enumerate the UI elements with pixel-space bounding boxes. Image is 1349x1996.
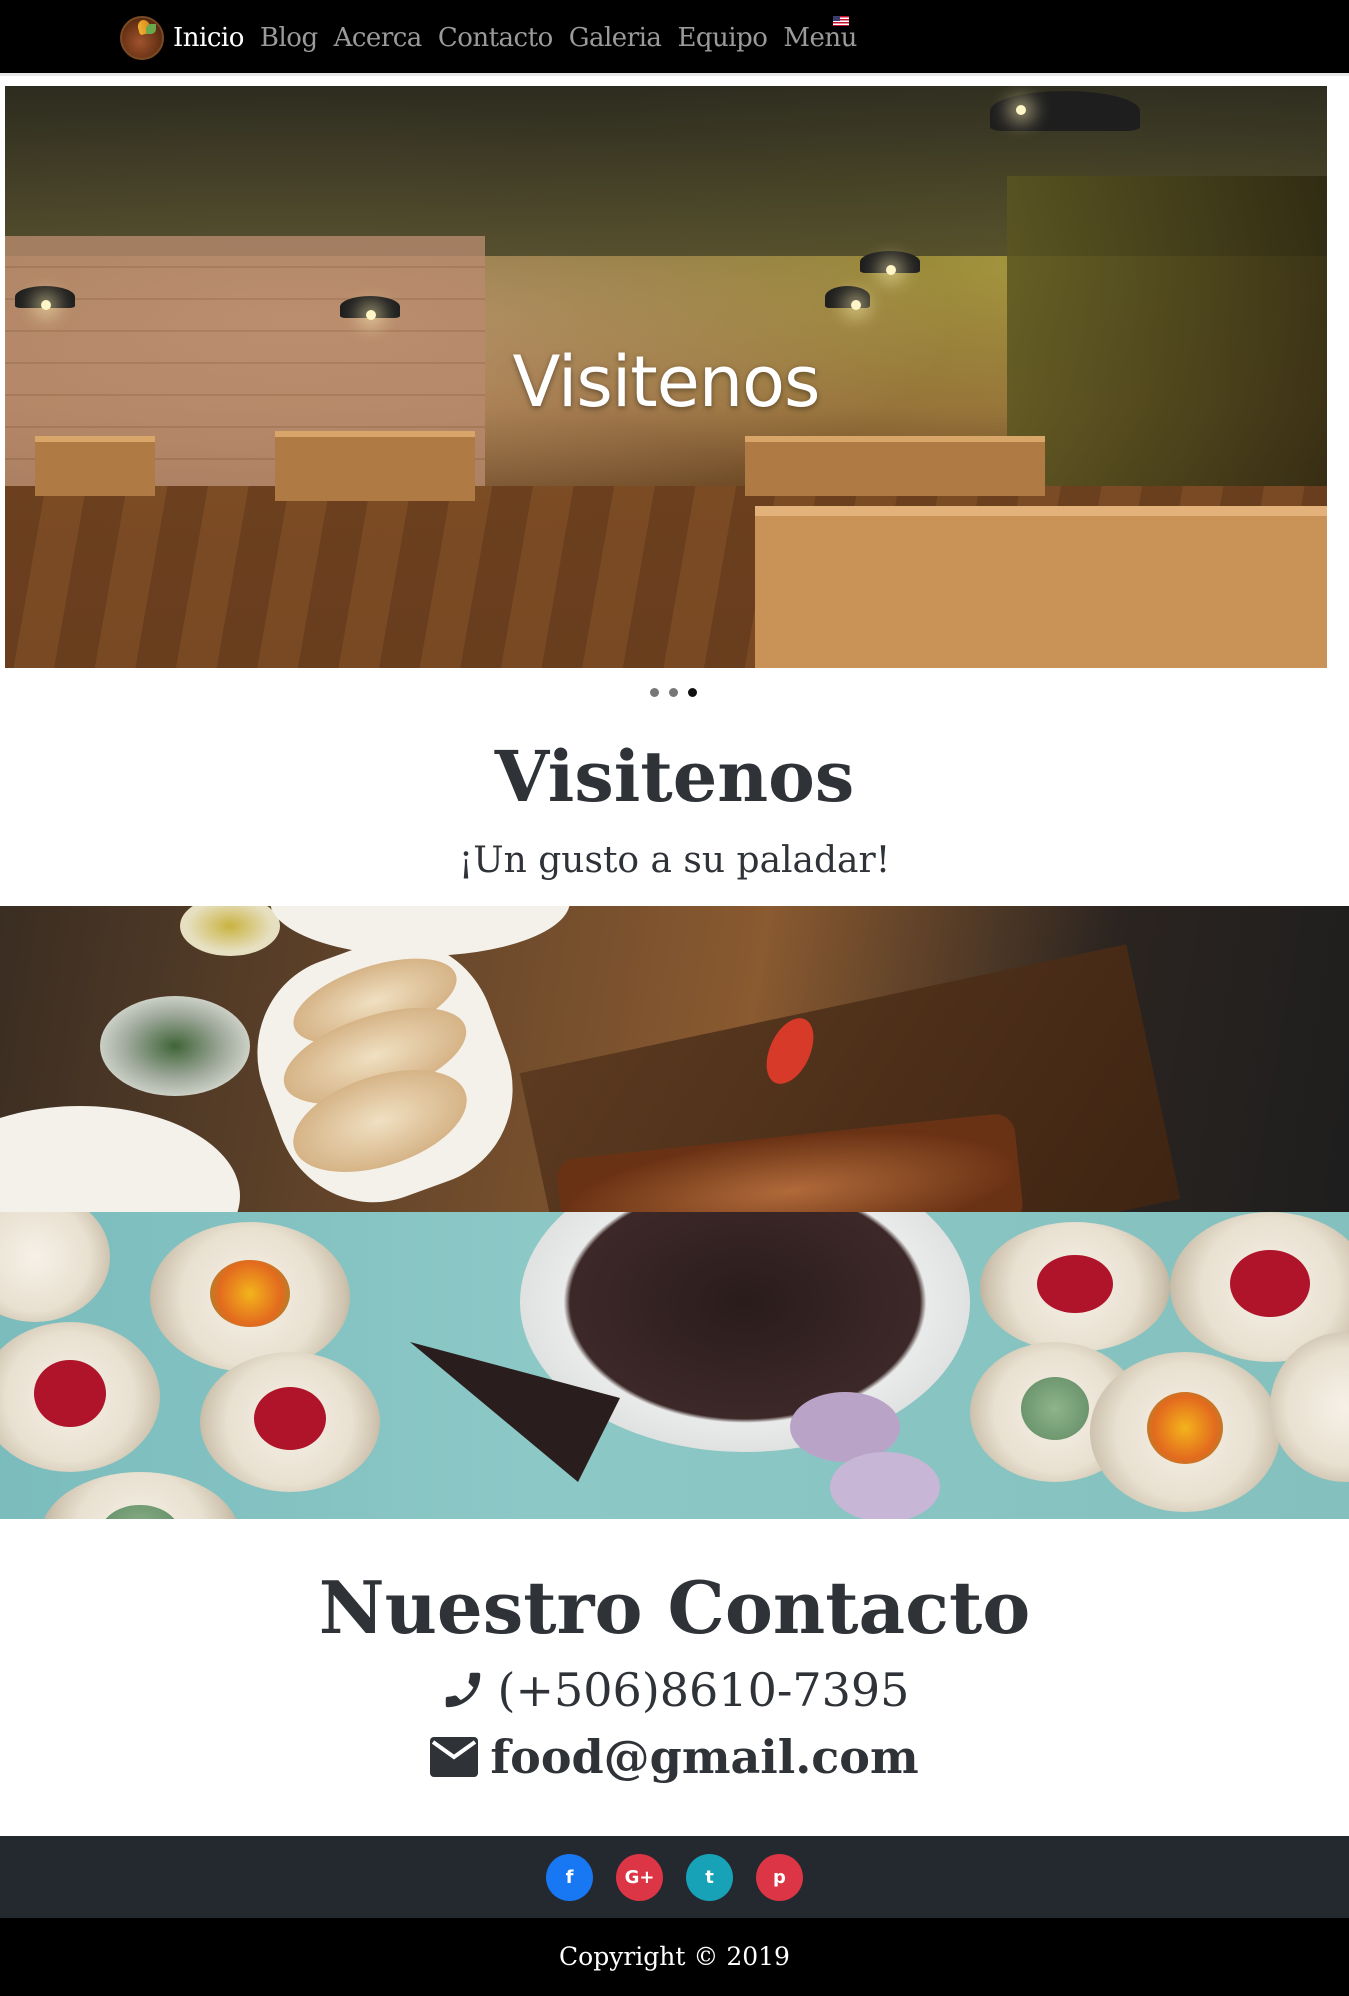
- hero-carousel[interactable]: Visitenos: [5, 86, 1327, 668]
- contact-title: Nuestro Contacto: [318, 1565, 1031, 1650]
- social-footer: f G+ t p: [0, 1836, 1349, 1918]
- google-plus-button[interactable]: G+: [616, 1853, 663, 1901]
- contact-phone: (+506)8610-7395: [0, 1663, 1349, 1717]
- envelope-icon: [430, 1737, 479, 1777]
- contact-email-address[interactable]: food@gmail.com: [490, 1730, 918, 1784]
- facebook-icon: f: [565, 1866, 574, 1888]
- us-flag-icon[interactable]: [833, 16, 849, 26]
- nav-item-galeria[interactable]: Galeria: [569, 20, 662, 56]
- carousel-indicator-2[interactable]: [669, 688, 678, 697]
- copyright-text: Copyright © 2019: [559, 1942, 790, 1971]
- carousel-indicators: [650, 688, 697, 697]
- contact-phone-number[interactable]: (+506)8610-7395: [498, 1663, 910, 1717]
- twitter-icon: t: [705, 1866, 714, 1888]
- phone-icon: [440, 1667, 486, 1713]
- carousel-indicator-3[interactable]: [688, 688, 697, 697]
- nav-item-contacto[interactable]: Contacto: [438, 20, 553, 56]
- food-banner-savory-image: [0, 906, 1349, 1212]
- google-plus-icon: G+: [624, 1866, 655, 1888]
- social-icons: f G+ t p: [0, 1836, 1349, 1918]
- nav-item-equipo[interactable]: Equipo: [677, 20, 767, 56]
- nav-item-acerca[interactable]: Acerca: [334, 20, 423, 56]
- contact-email: food@gmail.com: [0, 1730, 1349, 1784]
- nav-menu: Inicio Blog Acerca Contacto Galeria Equi…: [173, 20, 873, 56]
- restaurant-logo-icon[interactable]: [120, 16, 164, 60]
- nav-item-inicio[interactable]: Inicio: [173, 20, 244, 56]
- pinterest-icon: p: [773, 1866, 786, 1888]
- section-title: Visitenos: [494, 735, 855, 818]
- carousel-indicator-1[interactable]: [650, 688, 659, 697]
- twitter-button[interactable]: t: [686, 1853, 733, 1901]
- hero-caption: Visitenos: [512, 341, 821, 423]
- pinterest-button[interactable]: p: [756, 1853, 803, 1901]
- nav-item-blog[interactable]: Blog: [260, 20, 318, 56]
- top-navbar: Inicio Blog Acerca Contacto Galeria Equi…: [0, 0, 1349, 76]
- section-subtitle: ¡Un gusto a su paladar!: [458, 840, 891, 881]
- food-banner-desserts-image: [0, 1212, 1349, 1519]
- copyright-footer: Copyright © 2019: [0, 1918, 1349, 1996]
- facebook-button[interactable]: f: [546, 1853, 593, 1901]
